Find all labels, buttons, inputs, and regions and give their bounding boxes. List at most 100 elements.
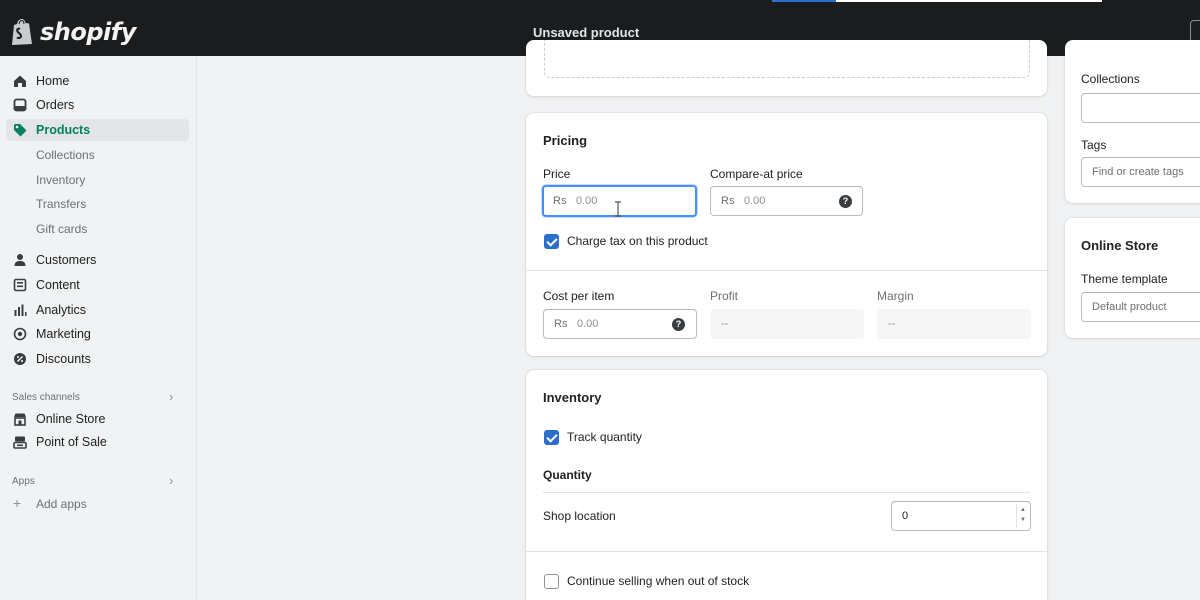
sidebar-item-transfers[interactable]: Transfers	[6, 193, 189, 215]
profit-value: --	[721, 318, 729, 330]
shopify-logo[interactable]: shopify	[10, 18, 136, 46]
text-cursor-icon	[615, 201, 621, 217]
chevron-up-icon[interactable]: ▲	[1020, 507, 1026, 513]
quantity-value: 0	[902, 510, 909, 522]
pricing-card: Pricing Price Rs 0.00 Compare-at price R…	[526, 113, 1047, 356]
sidebar-item-label: Analytics	[36, 303, 87, 317]
theme-template-value: Default product	[1092, 301, 1167, 313]
sidebar-item-label: Add apps	[36, 497, 87, 511]
sidebar-item-label: Transfers	[36, 197, 87, 211]
top-strip-highlight	[836, 0, 1102, 2]
sidebar-item-add-apps[interactable]: + Add apps	[6, 493, 189, 515]
compare-at-price-label: Compare-at price	[710, 167, 803, 181]
pricing-divider	[526, 270, 1047, 271]
price-placeholder: 0.00	[576, 195, 598, 207]
pricing-title: Pricing	[543, 133, 588, 148]
inventory-title: Inventory	[543, 390, 602, 405]
shop-location-quantity-input[interactable]: 0 ▲ ▼	[891, 501, 1031, 531]
charge-tax-checkbox[interactable]	[544, 234, 559, 249]
sidebar-item-label: Online Store	[36, 412, 106, 426]
shopify-bag-icon	[12, 19, 32, 45]
help-icon[interactable]: ?	[839, 195, 852, 208]
top-strip	[0, 0, 1200, 10]
track-quantity-checkbox[interactable]	[544, 430, 559, 445]
brand-name: shopify	[40, 18, 136, 46]
sidebar-item-label: Collections	[36, 148, 95, 162]
tags-placeholder: Find or create tags	[1092, 166, 1184, 178]
sidebar-item-label: Content	[36, 278, 80, 292]
inventory-divider	[526, 551, 1047, 552]
sidebar-item-customers[interactable]: Customers	[6, 249, 189, 271]
margin-field: --	[877, 309, 1031, 339]
inventory-card: Inventory Track quantity Quantity Shop l…	[526, 370, 1047, 600]
pos-icon	[13, 436, 27, 449]
online-store-card: Online Store Theme template Default prod…	[1065, 218, 1200, 338]
profit-field: --	[710, 309, 864, 339]
sidebar-item-inventory[interactable]: Inventory	[6, 169, 189, 191]
discount-icon	[14, 353, 26, 365]
plus-icon: +	[13, 495, 22, 511]
theme-template-select[interactable]: Default product	[1081, 292, 1200, 322]
apps-chevron-icon[interactable]: ›	[169, 473, 173, 488]
apps-heading: Apps	[12, 476, 35, 487]
top-strip-accent	[772, 0, 836, 2]
bar-chart-icon	[14, 304, 27, 316]
sidebar-item-analytics[interactable]: Analytics	[6, 299, 189, 321]
sidebar-item-label: Home	[36, 74, 70, 88]
sidebar-item-products[interactable]: Products	[6, 119, 189, 141]
sidebar-item-home[interactable]: Home	[6, 70, 189, 92]
sidebar-item-collections[interactable]: Collections	[6, 144, 189, 166]
quantity-divider	[543, 492, 1030, 493]
person-icon	[14, 254, 26, 266]
cost-per-item-input[interactable]: Rs 0.00 ?	[543, 309, 697, 339]
quantity-heading: Quantity	[543, 468, 592, 482]
tag-icon	[14, 124, 27, 137]
sidebar-item-marketing[interactable]: Marketing	[6, 323, 189, 345]
sidebar-item-label: Customers	[36, 253, 97, 267]
sidebar-item-label: Discounts	[36, 352, 91, 366]
sales-channels-heading: Sales channels	[12, 392, 80, 403]
sidebar-item-online-store[interactable]: Online Store	[6, 408, 189, 430]
theme-template-label: Theme template	[1081, 272, 1168, 286]
sidebar-item-discounts[interactable]: Discounts	[6, 348, 189, 370]
tags-input[interactable]: Find or create tags	[1081, 157, 1200, 187]
sidebar-item-label: Gift cards	[36, 222, 88, 236]
sidebar-item-content[interactable]: Content	[6, 274, 189, 296]
sales-channels-chevron-icon[interactable]: ›	[169, 389, 173, 404]
shop-location-label: Shop location	[543, 509, 616, 523]
chevron-down-icon[interactable]: ▼	[1020, 517, 1026, 523]
continue-selling-checkbox[interactable]	[544, 574, 559, 589]
continue-selling-label: Continue selling when out of stock	[567, 574, 750, 588]
store-icon	[14, 413, 26, 426]
home-icon	[14, 75, 26, 87]
collections-input[interactable]	[1081, 93, 1200, 123]
margin-label: Margin	[877, 289, 914, 303]
sidebar-item-label: Point of Sale	[36, 435, 107, 449]
sidebar-item-label: Orders	[36, 98, 75, 112]
sidebar-item-label: Products	[36, 123, 91, 137]
margin-value: --	[888, 318, 896, 330]
media-dropzone[interactable]	[544, 40, 1030, 78]
sidebar-item-gift-cards[interactable]: Gift cards	[6, 218, 189, 240]
page-title: Unsaved product	[533, 25, 640, 40]
product-organization-card: Collections Tags Find or create tags	[1065, 40, 1200, 203]
sidebar-item-label: Marketing	[36, 327, 91, 341]
profit-label: Profit	[710, 289, 739, 303]
price-label: Price	[543, 167, 571, 181]
tags-label: Tags	[1081, 138, 1107, 152]
compare-at-price-input[interactable]: Rs 0.00 ?	[710, 186, 863, 216]
sidebar-item-orders[interactable]: Orders	[6, 94, 189, 116]
orders-icon	[13, 98, 27, 112]
collections-label: Collections	[1081, 72, 1140, 86]
sidebar-item-point-of-sale[interactable]: Point of Sale	[6, 431, 189, 453]
quantity-stepper[interactable]: ▲ ▼	[1016, 504, 1028, 528]
target-icon	[13, 327, 27, 341]
charge-tax-label: Charge tax on this product	[567, 234, 708, 248]
track-quantity-label: Track quantity	[567, 430, 642, 444]
cost-per-item-placeholder: 0.00	[577, 318, 599, 330]
compare-at-price-placeholder: 0.00	[744, 195, 766, 207]
compare-at-price-prefix: Rs	[721, 195, 735, 207]
cost-per-item-prefix: Rs	[554, 318, 568, 330]
cost-per-item-label: Cost per item	[543, 289, 615, 303]
help-icon[interactable]: ?	[672, 318, 685, 331]
